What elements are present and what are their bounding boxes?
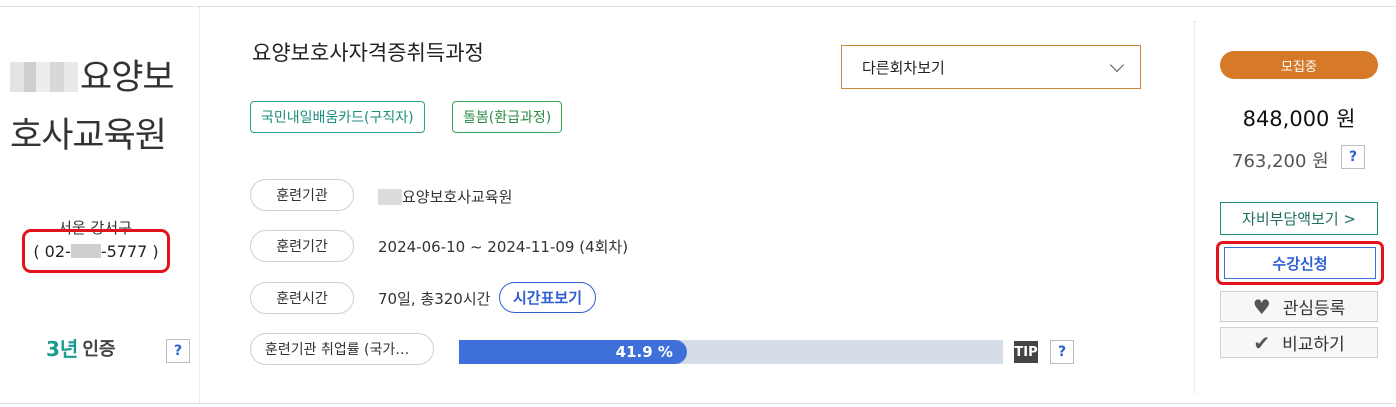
course-title[interactable]: 요양보호사자격증취득과정 — [252, 37, 484, 67]
employment-rate-bar: 41.9 % — [459, 340, 1003, 364]
heart-icon: ♥ — [1252, 294, 1271, 319]
support-price: 763,200 원 — [1232, 151, 1329, 172]
redacted-institution — [378, 189, 402, 205]
price-help-button[interactable]: ? — [1341, 145, 1365, 169]
value-institution: 요양보호사교육원 — [378, 186, 512, 207]
status-badge: 모집중 — [1220, 51, 1378, 79]
redacted-phone — [70, 244, 101, 258]
label-period: 훈련기간 — [250, 230, 354, 262]
price: 848,000 원 — [1242, 107, 1356, 131]
institution-panel: 요양보 호사교육원 서울 강서구 ( 02- -5777 ) 3년 인증 ? — [0, 7, 200, 403]
divider — [1194, 21, 1195, 393]
redacted-name — [10, 62, 78, 92]
certification-badge: 3년 인증 — [46, 333, 115, 362]
apply-button[interactable]: 수강신청 — [1224, 247, 1376, 279]
other-round-select[interactable]: 다른회차보기 — [841, 45, 1141, 89]
tag-refund: 돌봄(환급과정) — [452, 101, 563, 133]
employment-rate-fill: 41.9 % — [459, 340, 687, 364]
wishlist-button[interactable]: ♥ 관심등록 — [1220, 291, 1378, 322]
compare-button[interactable]: ✔ 비교하기 — [1220, 327, 1378, 358]
value-hours: 70일, 총320시간 — [378, 290, 491, 308]
self-pay-button[interactable]: 자비부담액보기 > — [1220, 202, 1378, 235]
timetable-button[interactable]: 시간표보기 — [499, 282, 597, 313]
cert-years: 3년 — [46, 337, 79, 361]
label-hours: 훈련시간 — [250, 282, 354, 314]
course-card: 요양보 호사교육원 서울 강서구 ( 02- -5777 ) 3년 인증 ? 요양… — [0, 6, 1396, 404]
employment-help-button[interactable]: ? — [1050, 340, 1074, 364]
institution-phone: ( 02- -5777 ) — [22, 229, 170, 273]
institution-name[interactable]: 요양보 호사교육원 — [10, 49, 190, 165]
label-employment-rate: 훈련기관 취업률 (국가… — [250, 333, 434, 365]
chevron-down-icon — [1109, 57, 1125, 73]
label-institution: 훈련기관 — [250, 179, 354, 211]
tip-icon[interactable]: TIP — [1014, 341, 1038, 363]
cert-label: 인증 — [82, 338, 116, 360]
tag-card: 국민내일배움카드(구직자) — [250, 101, 425, 133]
value-period: 2024-06-10 ~ 2024-11-09 (4회차) — [378, 238, 629, 256]
cert-help-button[interactable]: ? — [166, 339, 190, 363]
check-icon: ✔ — [1253, 330, 1271, 355]
apply-button-frame: 수강신청 — [1216, 241, 1384, 285]
